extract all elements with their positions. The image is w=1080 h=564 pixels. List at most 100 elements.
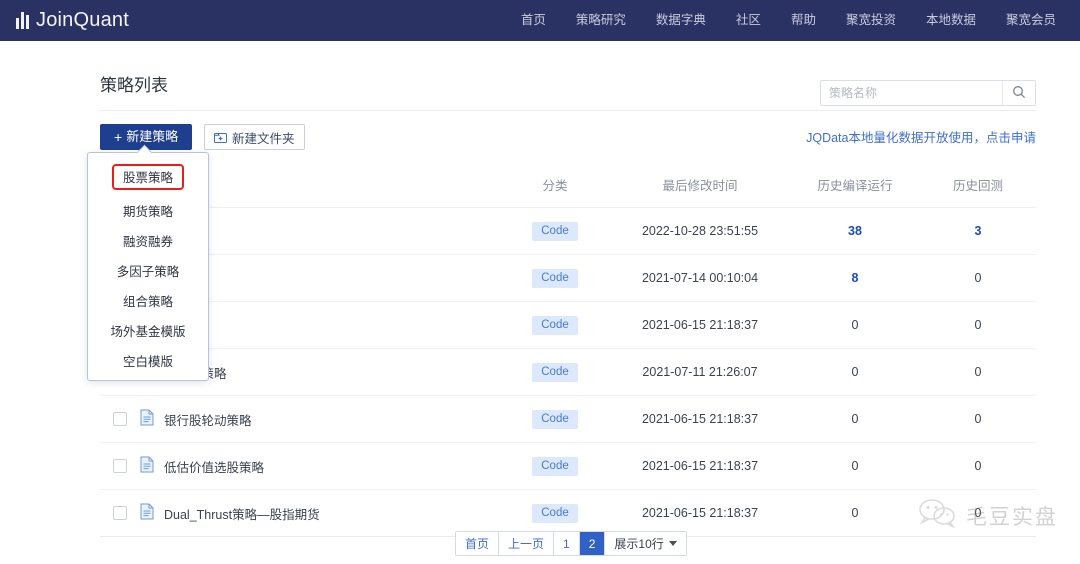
category-cell: Code (500, 442, 610, 490)
compile-runs-value: 0 (851, 412, 859, 426)
table-row[interactable]: 低估价值选股策略 Code 2021-06-15 21:18:37 0 0 (100, 442, 1036, 490)
compile-runs-cell: 0 (790, 301, 920, 349)
plus-icon: + (114, 129, 123, 145)
dropdown-item-4[interactable]: 组合策略 (88, 286, 208, 316)
row-select-cell (100, 489, 140, 537)
dropdown-item-3[interactable]: 多因子策略 (88, 256, 208, 286)
code-badge: Code (532, 409, 578, 429)
strategy-name-cell[interactable]: Dual_Thrust策略—股指期货 (140, 489, 500, 537)
new-folder-button[interactable]: 新建文件夹 (204, 124, 305, 150)
toolbar: + 新建策略 新建文件夹 JQData本地量化数据开放使用，点击申请 (100, 111, 1036, 163)
search-input[interactable] (821, 81, 1002, 105)
code-badge: Code (532, 456, 578, 476)
backtests-value[interactable]: 3 (975, 224, 982, 238)
compile-runs-cell: 38 (790, 207, 920, 255)
dropdown-item-label: 空白模版 (122, 355, 173, 369)
strategy-name-cell[interactable]: 银行股轮动策略 (140, 395, 500, 443)
code-badge: Code (532, 362, 578, 382)
table-row[interactable]: 银行股轮动策略 Code 2021-06-15 21:18:37 0 0 (100, 395, 1036, 443)
modified-time-cell: 2021-06-15 21:18:37 (610, 395, 790, 443)
compile-runs-value[interactable]: 8 (852, 271, 859, 285)
backtests-cell: 0 (920, 348, 1036, 396)
code-badge: Code (532, 315, 578, 335)
nav-item-community[interactable]: 社区 (721, 0, 776, 41)
nav-item-local-data[interactable]: 本地数据 (911, 0, 991, 41)
backtests-cell: 0 (920, 489, 1036, 537)
app-root: JoinQuant 首页 策略研究 数据字典 社区 帮助 聚宽投资 本地数据 聚… (0, 0, 1080, 564)
pagination-first[interactable]: 首页 (456, 532, 500, 555)
row-select-cell (100, 442, 140, 490)
table-row[interactable]: 强Code2022-10-28 23:51:55383 (100, 207, 1036, 255)
row-checkbox[interactable] (113, 412, 127, 427)
dropdown-item-label: 股票策略 (111, 164, 184, 190)
top-navigation-bar: JoinQuant 首页 策略研究 数据字典 社区 帮助 聚宽投资 本地数据 聚… (0, 0, 1080, 41)
table-row[interactable]: 双均线策略Code2021-07-11 21:26:0700 (100, 348, 1036, 396)
compile-runs-cell: 8 (790, 254, 920, 302)
main-nav: 首页 策略研究 数据字典 社区 帮助 聚宽投资 本地数据 聚宽会员 (506, 0, 1066, 41)
row-checkbox[interactable] (113, 459, 127, 474)
backtests-value: 0 (974, 506, 982, 520)
pagination: 首页 上一页 1 2 展示10行 (455, 531, 687, 556)
backtests-value: 0 (974, 459, 982, 473)
brand-logo[interactable]: JoinQuant (16, 9, 129, 32)
modified-time-cell: 2021-07-11 21:26:07 (610, 348, 790, 396)
nav-item-help[interactable]: 帮助 (776, 0, 831, 41)
nav-item-data-dict[interactable]: 数据字典 (641, 0, 721, 41)
backtests-cell: 0 (920, 442, 1036, 490)
nav-item-research[interactable]: 策略研究 (561, 0, 641, 41)
compile-runs-cell: 0 (790, 489, 920, 537)
bar-chart-logo-icon (16, 12, 29, 29)
th-modified: 最后修改时间 (610, 163, 790, 208)
th-category: 分类 (500, 163, 610, 208)
new-folder-label: 新建文件夹 (232, 131, 295, 146)
strategy-name-label: 低估价值选股策略 (164, 460, 265, 475)
pagination-page-2[interactable]: 2 (579, 532, 606, 555)
category-cell: Code (500, 301, 610, 349)
compile-runs-value: 0 (851, 459, 859, 473)
backtests-value: 0 (974, 412, 982, 426)
brand-name: JoinQuant (36, 9, 129, 31)
table-row[interactable]: 含未来Code2021-07-14 00:10:0480 (100, 254, 1036, 302)
compile-runs-cell: 0 (790, 442, 920, 490)
pagination-prev[interactable]: 上一页 (499, 532, 555, 555)
dropdown-item-label: 融资融券 (122, 235, 173, 249)
nav-item-home[interactable]: 首页 (506, 0, 561, 41)
dropdown-item-2[interactable]: 融资融券 (88, 226, 208, 256)
file-document-icon (140, 409, 154, 429)
nav-item-membership[interactable]: 聚宽会员 (991, 0, 1066, 41)
page-size-selector[interactable]: 展示10行 (605, 532, 686, 555)
pagination-page-1[interactable]: 1 (554, 532, 580, 555)
category-cell: Code (500, 395, 610, 443)
dropdown-item-1[interactable]: 期货策略 (88, 196, 208, 226)
dropdown-item-label: 多因子策略 (116, 265, 180, 279)
dropdown-item-0[interactable]: 股票策略 (88, 159, 208, 196)
search-button[interactable] (1002, 81, 1035, 105)
search-icon (1012, 85, 1026, 102)
dropdown-item-5[interactable]: 场外基金模版 (88, 316, 208, 346)
new-strategy-label: 新建策略 (126, 129, 179, 144)
code-badge: Code (532, 503, 578, 523)
compile-runs-value[interactable]: 38 (848, 224, 862, 238)
nav-item-investment[interactable]: 聚宽投资 (831, 0, 911, 41)
table-row[interactable]: Dual_Thrust策略—股指期货 Code 2021-06-15 21:18:3… (100, 489, 1036, 537)
backtests-value: 0 (974, 318, 982, 332)
strategy-name-label: Dual_Thrust策略—股指期货 (164, 507, 320, 522)
strategy-name-cell[interactable]: 低估价值选股策略 (140, 442, 500, 490)
th-compile-runs: 历史编译运行 (790, 163, 920, 208)
new-strategy-dropdown-menu: 股票策略期货策略融资融券多因子策略组合策略场外基金模版 空白模版 (87, 152, 209, 381)
file-document-icon (140, 456, 154, 476)
modified-time-cell: 2021-06-15 21:18:37 (610, 442, 790, 490)
page-size-label: 展示10行 (614, 537, 664, 551)
dropdown-item-label: 场外基金模版 (110, 325, 186, 339)
dropdown-item-label: 组合策略 (122, 295, 173, 309)
modified-time-cell: 2021-07-14 00:10:04 (610, 254, 790, 302)
chevron-down-icon (668, 541, 677, 546)
row-checkbox[interactable] (113, 506, 127, 521)
compile-runs-value: 0 (851, 506, 859, 520)
dropdown-item-6[interactable]: 空白模版 (88, 346, 208, 376)
file-document-icon (140, 503, 154, 523)
table-row[interactable]: 策略Code2021-06-15 21:18:3700 (100, 301, 1036, 349)
modified-time-cell: 2021-06-15 21:18:37 (610, 489, 790, 537)
jqdata-apply-link[interactable]: JQData本地量化数据开放使用，点击申请 (806, 127, 1036, 146)
table-header-row: 分类 最后修改时间 历史编译运行 历史回测 (100, 163, 1036, 208)
